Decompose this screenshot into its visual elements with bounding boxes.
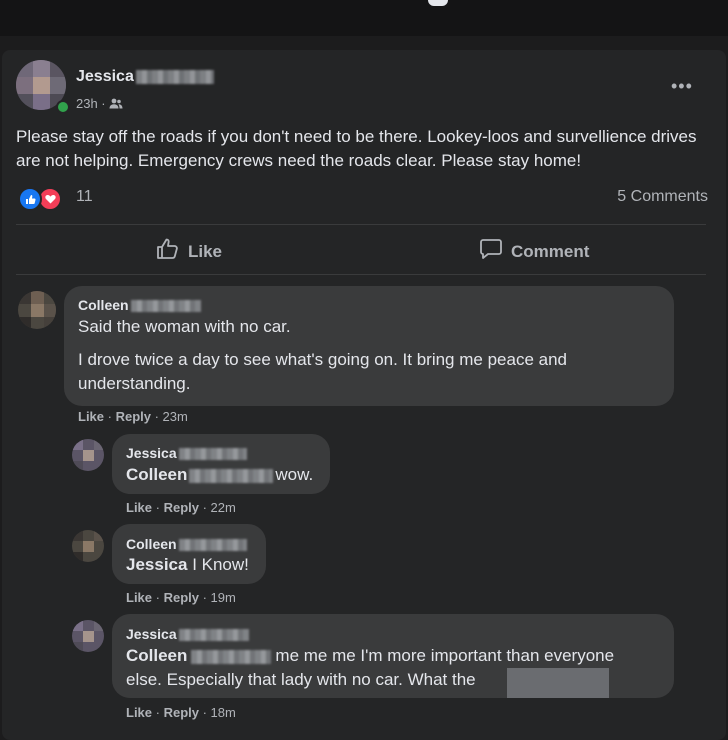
reply-reply-link[interactable]: Reply [164,500,199,515]
redacted-surname [191,649,272,664]
reply-time[interactable]: · 19m [203,590,236,605]
post-text: Please stay off the roads if you don't n… [16,127,697,170]
reply-text: Colleen me me me I'm more important than … [126,646,615,665]
comment-time[interactable]: · 23m [155,409,188,424]
like-button[interactable]: Like [156,238,222,265]
reply-reply-link[interactable]: Reply [164,590,199,605]
mention-link[interactable]: Colleen [126,646,187,665]
reply-avatar[interactable] [72,439,104,471]
redacted-surname [178,539,247,552]
like-label: Like [188,241,223,261]
reply-avatar[interactable] [72,620,104,652]
friends-icon [109,96,123,111]
reply-author[interactable]: Jessica [126,626,249,642]
comment-icon [479,238,503,265]
redacted-surname [178,629,249,642]
comment-author[interactable]: Colleen [78,297,201,313]
reaction-count[interactable]: 11 [76,188,93,206]
reply-author[interactable]: Jessica [126,445,247,461]
reply-text-line2: else. Especially that lady with no car. … [126,670,476,689]
divider [16,274,706,275]
redacted-surname [189,468,274,483]
more-options-button[interactable]: ••• [671,76,693,97]
comment-like-link[interactable]: Like [78,409,104,424]
reply-author[interactable]: Colleen [126,536,247,552]
divider [16,224,706,225]
mention-link[interactable]: Jessica [126,555,187,574]
reply-actions: Like · Reply · 22m [126,500,236,515]
comment-count[interactable]: 5 Comments [617,188,708,206]
reply-time[interactable]: · 18m [203,705,236,720]
reply-like-link[interactable]: Like [126,705,152,720]
comment-actions: Like · Reply · 23m [78,409,188,424]
post-author[interactable]: Jessica [76,68,214,86]
reply-like-link[interactable]: Like [126,590,152,605]
redaction-box [507,668,609,698]
author-name[interactable]: Jessica [76,68,134,85]
comment-avatar[interactable] [18,291,56,329]
comment-text: Said the woman with no car. [78,317,291,336]
redacted-surname [135,69,214,84]
comment-reply-link[interactable]: Reply [116,409,151,424]
reply-actions: Like · Reply · 19m [126,590,236,605]
reply-text: Jessica I Know! [126,555,249,574]
thumbs-up-icon [156,238,180,265]
mention-link[interactable]: Colleen [126,465,187,484]
reply-avatar[interactable] [72,530,104,562]
reply-actions: Like · Reply · 18m [126,705,236,720]
like-reaction-icon [18,187,42,211]
comment-label: Comment [511,241,590,261]
comment-button[interactable]: Comment [479,238,589,265]
redacted-surname [130,300,201,313]
redacted-surname [178,448,247,461]
reply-reply-link[interactable]: Reply [164,705,199,720]
reply-like-link[interactable]: Like [126,500,152,515]
post-time[interactable]: 23h · [76,96,106,111]
online-dot [56,100,70,114]
reply-text: Colleen wow. [126,465,314,484]
top-strip [0,0,728,36]
comment-text: I drove twice a day to see what's going … [78,350,567,393]
reply-time[interactable]: · 22m [203,500,236,515]
post-meta: 23h · [76,96,123,111]
